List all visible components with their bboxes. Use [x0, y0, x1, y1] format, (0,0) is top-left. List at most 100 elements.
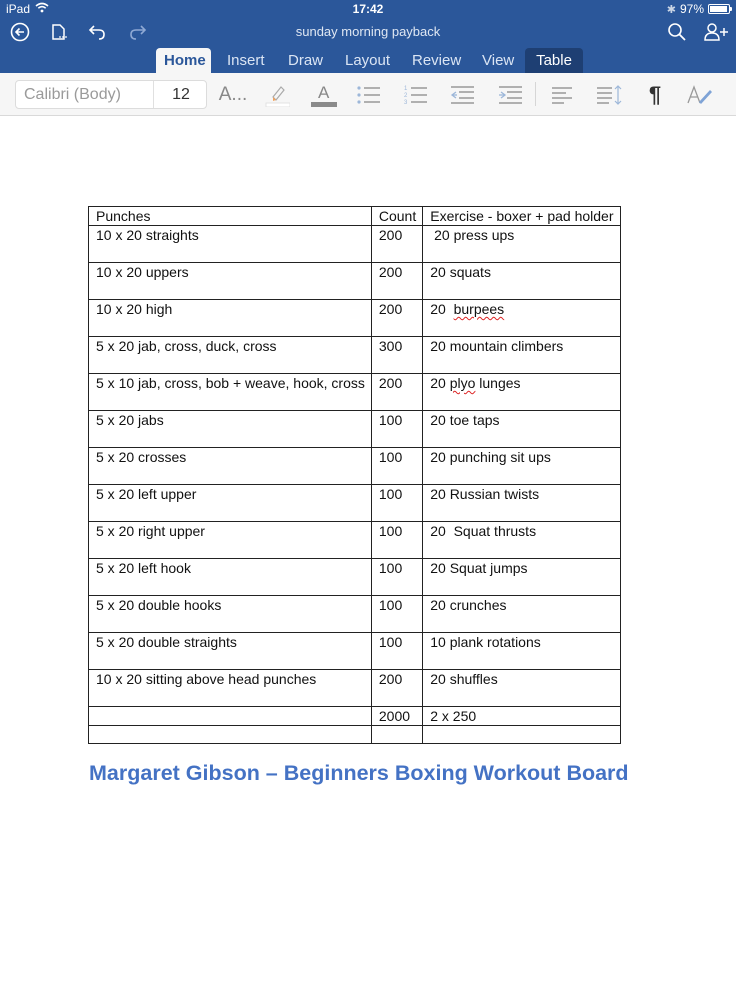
table-row: 5 x 20 jab, cross, duck, cross 300 20 moun…: [88, 336, 621, 374]
tab-layout[interactable]: Layout: [337, 48, 398, 73]
tab-home[interactable]: Home: [156, 48, 211, 73]
tab-view[interactable]: View: [474, 48, 522, 73]
tab-insert[interactable]: Insert: [219, 48, 273, 73]
exercise-cell[interactable]: 20 squats: [422, 262, 621, 300]
count-cell[interactable]: 200: [370, 262, 424, 300]
app-header: iPad 17:42 ✱ 97% sunday morning payback: [0, 0, 736, 73]
workout-table[interactable]: Punches Count Exercise - boxer + pad hol…: [88, 206, 621, 744]
punches-cell[interactable]: 10 x 20 sitting above head punches: [88, 669, 372, 707]
punches-cell[interactable]: 5 x 20 jab, cross, duck, cross: [88, 336, 372, 374]
count-cell[interactable]: 100: [370, 410, 424, 448]
table-empty-row: [88, 725, 621, 744]
exercise-cell[interactable]: 10 plank rotations: [422, 632, 621, 670]
empty-cell[interactable]: [88, 725, 372, 744]
increase-indent-icon[interactable]: [496, 81, 524, 109]
ribbon-divider: [535, 82, 536, 106]
tab-draw[interactable]: Draw: [280, 48, 331, 73]
decrease-indent-icon[interactable]: [448, 81, 476, 109]
count-cell[interactable]: 100: [370, 632, 424, 670]
exercise-cell[interactable]: 20 shuffles: [422, 669, 621, 707]
table-header-row: Punches Count Exercise - boxer + pad hol…: [88, 206, 621, 226]
punches-cell[interactable]: 5 x 20 left upper: [88, 484, 372, 522]
punches-cell[interactable]: 10 x 20 high: [88, 299, 372, 337]
svg-text:2: 2: [404, 93, 408, 99]
spellcheck-flagged-word[interactable]: plyo: [450, 375, 476, 391]
document-heading[interactable]: Margaret Gibson – Beginners Boxing Worko…: [89, 761, 629, 786]
exercise-cell[interactable]: 20 toe taps: [422, 410, 621, 448]
table-row: 10 x 20 uppers 200 20 squats: [88, 262, 621, 300]
numbering-icon[interactable]: 123: [402, 81, 430, 109]
bullets-icon[interactable]: [355, 81, 383, 109]
text-effects-label: A...: [218, 84, 248, 105]
title-row: sunday morning payback: [0, 18, 736, 46]
battery-icon: [708, 4, 732, 14]
header-count[interactable]: Count: [370, 206, 424, 226]
document-canvas[interactable]: Punches Count Exercise - boxer + pad hol…: [0, 117, 736, 981]
paragraph-mark-icon[interactable]: ¶: [641, 81, 669, 109]
search-icon[interactable]: [666, 21, 688, 43]
count-cell[interactable]: 200: [370, 373, 424, 411]
count-cell[interactable]: 100: [370, 558, 424, 596]
exercise-cell[interactable]: 20 press ups: [422, 225, 621, 263]
exercise-cell[interactable]: 20 Russian twists: [422, 484, 621, 522]
total-punches-cell[interactable]: [88, 706, 372, 726]
punches-cell[interactable]: 5 x 20 left hook: [88, 558, 372, 596]
status-time: 17:42: [352, 2, 384, 16]
font-color-icon[interactable]: A: [310, 81, 338, 109]
document-title: sunday morning payback: [295, 24, 441, 39]
font-name-field[interactable]: Calibri (Body): [24, 86, 121, 104]
punches-cell[interactable]: 5 x 10 jab, cross, bob + weave, hook, cr…: [88, 373, 372, 411]
svg-text:1: 1: [404, 86, 408, 92]
punches-cell[interactable]: 5 x 20 jabs: [88, 410, 372, 448]
punches-cell[interactable]: 5 x 20 double hooks: [88, 595, 372, 633]
status-right: ✱ 97%: [666, 2, 732, 16]
exercise-cell[interactable]: 20 mountain climbers: [422, 336, 621, 374]
count-cell[interactable]: 200: [370, 669, 424, 707]
punches-cell[interactable]: 10 x 20 uppers: [88, 262, 372, 300]
ribbon-tabs: Home Insert Draw Layout Review View Tabl…: [0, 45, 736, 73]
font-picker[interactable]: Calibri (Body) 12: [15, 80, 207, 109]
exercise-text: 20: [430, 375, 450, 391]
exercise-cell[interactable]: 20 Squat thrusts: [422, 521, 621, 559]
exercise-cell[interactable]: 20 plyo lunges: [422, 373, 621, 411]
highlight-icon[interactable]: [263, 81, 291, 109]
count-cell[interactable]: 100: [370, 595, 424, 633]
header-exercise[interactable]: Exercise - boxer + pad holder: [422, 206, 621, 226]
exercise-cell[interactable]: 20 punching sit ups: [422, 447, 621, 485]
empty-cell[interactable]: [422, 725, 621, 744]
bluetooth-icon: ✱: [666, 3, 676, 16]
table-row: 5 x 10 jab, cross, bob + weave, hook, cr…: [88, 373, 621, 411]
punches-cell[interactable]: 10 x 20 straights: [88, 225, 372, 263]
font-size-field[interactable]: 12: [154, 86, 208, 104]
tab-table[interactable]: Table: [525, 48, 583, 73]
punches-cell[interactable]: 5 x 20 right upper: [88, 521, 372, 559]
empty-cell[interactable]: [370, 725, 424, 744]
count-cell[interactable]: 200: [370, 299, 424, 337]
table-row: 5 x 20 double hooks 100 20 crunches: [88, 595, 621, 633]
count-cell[interactable]: 100: [370, 521, 424, 559]
exercise-cell[interactable]: 20 Squat jumps: [422, 558, 621, 596]
spellcheck-flagged-word[interactable]: burpees: [454, 301, 505, 317]
exercise-cell[interactable]: 20 crunches: [422, 595, 621, 633]
count-cell[interactable]: 200: [370, 225, 424, 263]
punches-cell[interactable]: 5 x 20 double straights: [88, 632, 372, 670]
align-left-icon[interactable]: [548, 81, 576, 109]
table-total-row: 2000 2 x 250: [88, 706, 621, 726]
line-spacing-icon[interactable]: [595, 81, 623, 109]
styles-icon[interactable]: [686, 81, 714, 109]
count-cell[interactable]: 100: [370, 447, 424, 485]
table-row: 5 x 20 right upper 100 20 Squat thrusts: [88, 521, 621, 559]
header-punches[interactable]: Punches: [88, 206, 372, 226]
punches-cell[interactable]: 5 x 20 crosses: [88, 447, 372, 485]
count-cell[interactable]: 100: [370, 484, 424, 522]
battery-level: [710, 6, 728, 12]
ribbon-toolbar: Calibri (Body) 12 A... A 123 ¶: [0, 73, 736, 116]
exercise-cell[interactable]: 20 burpees: [422, 299, 621, 337]
total-count-cell[interactable]: 2000: [370, 706, 424, 726]
share-person-icon[interactable]: [703, 21, 729, 43]
text-effects-icon[interactable]: A...: [218, 81, 248, 109]
total-exercise-cell[interactable]: 2 x 250: [422, 706, 621, 726]
tab-review[interactable]: Review: [404, 48, 469, 73]
count-cell[interactable]: 300: [370, 336, 424, 374]
table-row: 5 x 20 crosses 100 20 punching sit ups: [88, 447, 621, 485]
